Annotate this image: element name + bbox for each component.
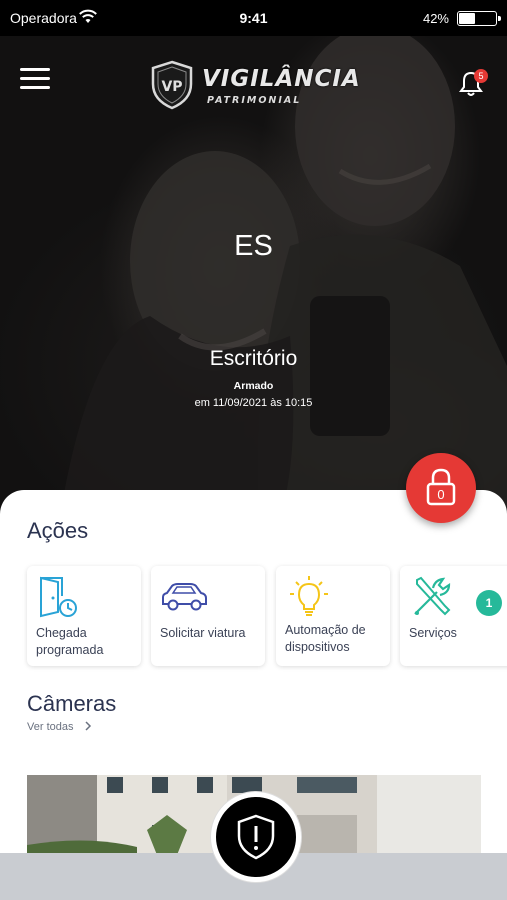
shield-alert-icon	[237, 814, 275, 860]
see-all-label: Ver todas	[27, 721, 74, 733]
notification-badge: 5	[474, 69, 488, 83]
lock-count: 0	[437, 487, 445, 502]
actions-title: Ações	[27, 518, 89, 543]
action-scheduled-arrival[interactable]: Chegada programada	[27, 566, 141, 666]
arm-status: Armado	[233, 380, 274, 392]
battery-percent: 42%	[422, 11, 449, 26]
menu-button[interactable]	[20, 68, 50, 90]
logo-subtitle: PATRIMONIAL	[207, 95, 302, 106]
menu-icon-line	[20, 68, 50, 71]
action-request-vehicle[interactable]: Solicitar viatura	[151, 566, 265, 666]
svg-text:VP: VP	[161, 79, 182, 95]
action-label: Solicitar viatura	[160, 626, 246, 640]
arm-status-date: em 11/09/2021 às 10:15	[194, 397, 313, 409]
lightbulb-icon	[290, 576, 328, 616]
status-bar: Operadora 9:41 42%	[0, 0, 507, 36]
action-device-automation[interactable]: Automação de dispositivos	[276, 566, 390, 666]
action-services[interactable]: Serviços	[400, 566, 507, 666]
cameras-title: Câmeras	[27, 691, 117, 716]
menu-icon-line	[20, 86, 50, 89]
services-badge: 1	[476, 590, 502, 616]
location-name: Escritório	[209, 347, 298, 370]
see-all-cameras-link[interactable]: Ver todas	[27, 721, 93, 733]
panic-button[interactable]	[211, 792, 301, 882]
battery-icon	[457, 11, 501, 26]
location-initials: ES	[234, 230, 273, 262]
app-logo: VP VIGILÂNCIA PATRIMONIAL	[150, 58, 360, 114]
door-clock-icon	[40, 576, 77, 618]
battery-level	[459, 13, 475, 24]
hero-banner: VP VIGILÂNCIA PATRIMONIAL 5 ES Escritóri…	[0, 36, 507, 516]
tools-icon	[414, 576, 451, 616]
actions-list: Chegada programada Solicitar viatura Aut…	[27, 566, 507, 666]
menu-icon-line	[20, 77, 50, 80]
action-label: Automação de dispositivos	[285, 623, 366, 654]
car-icon	[162, 583, 207, 611]
action-label: Chegada programada	[36, 626, 104, 657]
action-label: Serviços	[409, 626, 457, 640]
chevron-right-icon	[85, 721, 91, 731]
shield-logo-icon: VP	[151, 60, 193, 110]
lock-button[interactable]: 0	[406, 453, 476, 523]
logo-title: VIGILÂNCIA	[202, 66, 361, 92]
